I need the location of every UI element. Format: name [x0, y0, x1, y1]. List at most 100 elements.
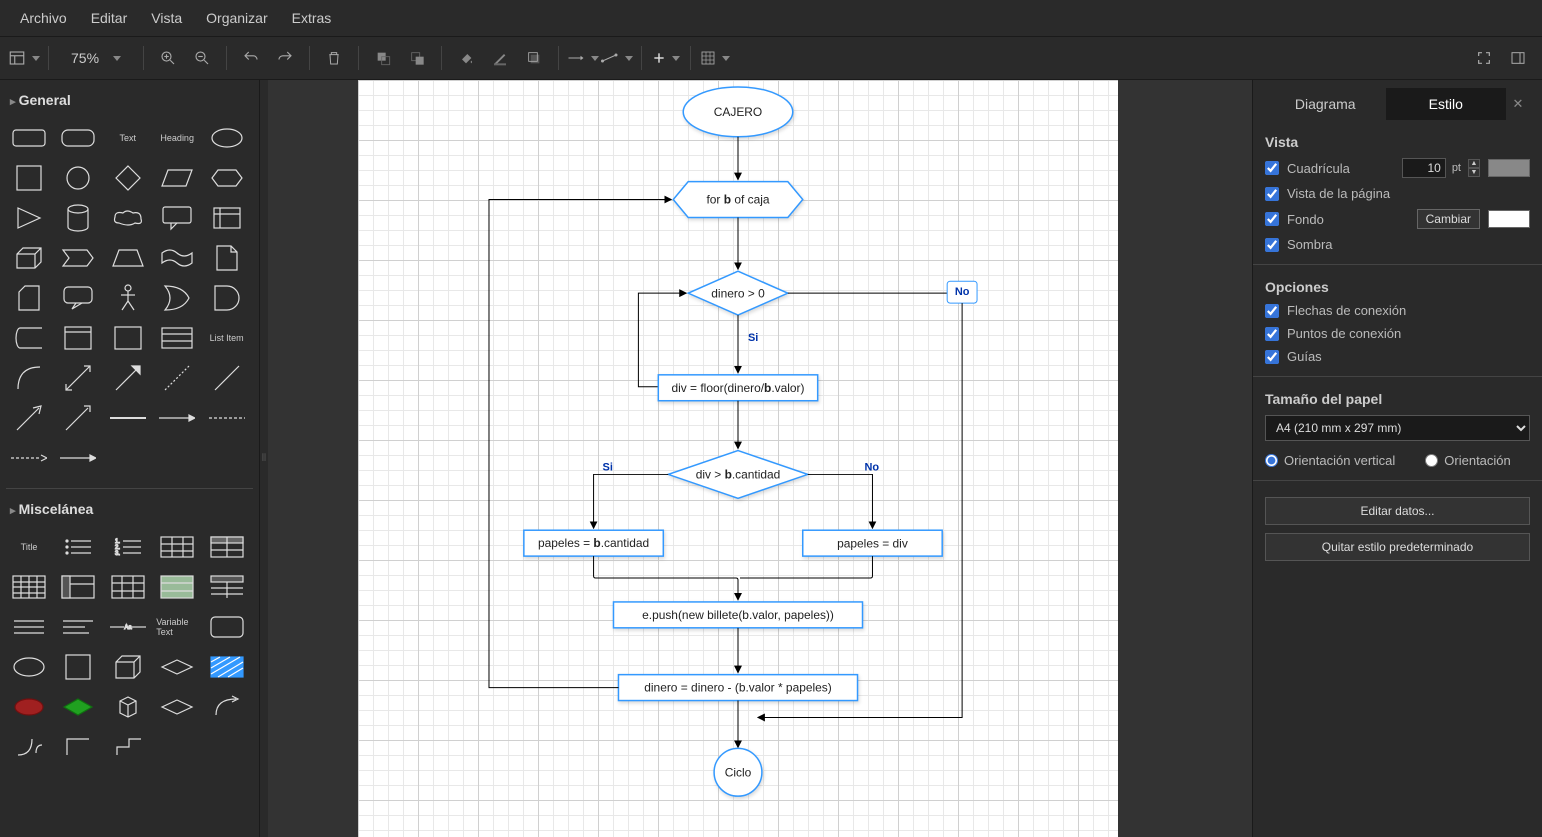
shape-heading[interactable]: Heading: [156, 120, 198, 156]
menu-view[interactable]: Vista: [139, 4, 194, 32]
shape-rect-rounded-2[interactable]: [57, 120, 99, 156]
shape-text[interactable]: Text: [107, 120, 149, 156]
insert-button[interactable]: [650, 42, 682, 74]
to-back-button[interactable]: [401, 42, 433, 74]
shape-actor[interactable]: [107, 280, 149, 316]
shape-hexagon[interactable]: [206, 160, 248, 196]
button-edit-data[interactable]: Editar datos...: [1265, 497, 1530, 525]
menu-edit[interactable]: Editar: [79, 4, 140, 32]
misc-elbow[interactable]: [57, 729, 99, 765]
shape-and[interactable]: [206, 280, 248, 316]
shape-line-arrow-open[interactable]: [8, 400, 50, 436]
button-change-bg[interactable]: Cambiar: [1417, 209, 1480, 229]
node-proc3[interactable]: papeles = div: [837, 536, 908, 550]
node-proc1[interactable]: div = floor(dinero/b.valor): [671, 381, 804, 395]
delete-button[interactable]: [318, 42, 350, 74]
shape-tape[interactable]: [156, 240, 198, 276]
shape-parallelogram[interactable]: [156, 160, 198, 196]
zoom-out-button[interactable]: [186, 42, 218, 74]
label-background[interactable]: Fondo: [1287, 212, 1409, 227]
node-proc2[interactable]: papeles = b.cantidad: [538, 536, 649, 550]
shape-cube[interactable]: [8, 240, 50, 276]
undo-button[interactable]: [235, 42, 267, 74]
node-end[interactable]: Ciclo: [725, 765, 752, 779]
node-start[interactable]: CAJERO: [714, 105, 762, 119]
checkbox-conn-points[interactable]: [1265, 327, 1279, 341]
tab-close-button[interactable]: ✕: [1506, 88, 1530, 120]
shape-dashed-line[interactable]: [156, 360, 198, 396]
misc-ellipse[interactable]: [8, 649, 50, 685]
misc-ellipse-red[interactable]: [8, 689, 50, 725]
checkbox-grid[interactable]: [1265, 161, 1279, 175]
shape-cloud[interactable]: [107, 200, 149, 236]
shape-square[interactable]: [8, 160, 50, 196]
node-proc5[interactable]: dinero = dinero - (b.valor * papeles): [644, 681, 831, 695]
shape-link-hline-5[interactable]: [57, 440, 99, 476]
radio-landscape[interactable]: [1425, 454, 1438, 467]
fill-color-button[interactable]: [450, 42, 482, 74]
misc-lines-1[interactable]: [8, 609, 50, 645]
misc-curve-2[interactable]: [8, 729, 50, 765]
left-splitter[interactable]: [260, 80, 268, 837]
misc-table-7[interactable]: [206, 569, 248, 605]
misc-variable-text[interactable]: Variable Text: [156, 609, 198, 645]
shape-callout[interactable]: [156, 200, 198, 236]
label-shadow[interactable]: Sombra: [1287, 237, 1530, 252]
label-page-view[interactable]: Vista de la página: [1287, 186, 1530, 201]
shape-list[interactable]: [156, 320, 198, 356]
shape-card[interactable]: [8, 280, 50, 316]
to-front-button[interactable]: [367, 42, 399, 74]
menu-extras[interactable]: Extras: [280, 4, 344, 32]
checkbox-guides[interactable]: [1265, 350, 1279, 364]
shape-note[interactable]: [206, 240, 248, 276]
shape-arrow[interactable]: [107, 360, 149, 396]
misc-square[interactable]: [57, 649, 99, 685]
shape-rect-3[interactable]: [107, 320, 149, 356]
misc-table-6[interactable]: [156, 569, 198, 605]
shape-cylinder[interactable]: [57, 200, 99, 236]
button-clear-style[interactable]: Quitar estilo predeterminado: [1265, 533, 1530, 561]
shape-trapezoid[interactable]: [107, 240, 149, 276]
misc-table-3[interactable]: [8, 569, 50, 605]
bg-color-swatch[interactable]: [1488, 210, 1530, 228]
misc-list-unord[interactable]: [57, 529, 99, 565]
label-guides[interactable]: Guías: [1287, 349, 1530, 364]
shape-triangle[interactable]: [8, 200, 50, 236]
menu-arrange[interactable]: Organizar: [194, 4, 279, 32]
fullscreen-button[interactable]: [1468, 42, 1500, 74]
view-mode-button[interactable]: [8, 42, 40, 74]
zoom-dropdown[interactable]: 75%: [57, 46, 135, 70]
misc-list-ord[interactable]: 1.2.3.: [107, 529, 149, 565]
misc-diamond-green[interactable]: [57, 689, 99, 725]
misc-rect-round[interactable]: [206, 609, 248, 645]
checkbox-background[interactable]: [1265, 212, 1279, 226]
shape-or[interactable]: [156, 280, 198, 316]
misc-diamond-2[interactable]: [156, 689, 198, 725]
redo-button[interactable]: [269, 42, 301, 74]
shape-link-hline[interactable]: [107, 400, 149, 436]
shape-list-item[interactable]: List Item: [206, 320, 248, 356]
grid-color-swatch[interactable]: [1488, 159, 1530, 177]
menu-file[interactable]: Archivo: [8, 4, 79, 32]
label-conn-arrows[interactable]: Flechas de conexión: [1287, 303, 1530, 318]
shape-diamond[interactable]: [107, 160, 149, 196]
label-conn-points[interactable]: Puntos de conexión: [1287, 326, 1530, 341]
shape-rect-2[interactable]: [57, 320, 99, 356]
misc-diamond-flat[interactable]: [156, 649, 198, 685]
misc-rect-hatched[interactable]: [206, 649, 248, 685]
node-cond2[interactable]: div > b.cantidad: [696, 468, 781, 482]
line-color-button[interactable]: [484, 42, 516, 74]
shape-step[interactable]: [57, 240, 99, 276]
shape-bidir-arrow[interactable]: [57, 360, 99, 396]
shape-callout-2[interactable]: [57, 280, 99, 316]
label-landscape[interactable]: Orientación: [1444, 453, 1510, 468]
connection-style-button[interactable]: [567, 42, 599, 74]
table-button[interactable]: [699, 42, 731, 74]
misc-table-4[interactable]: [57, 569, 99, 605]
node-loop[interactable]: for b of caja: [706, 193, 769, 207]
label-grid[interactable]: Cuadrícula: [1287, 161, 1394, 176]
node-proc4[interactable]: e.push(new billete(b.valor, papeles)): [642, 608, 834, 622]
misc-title[interactable]: Title: [8, 529, 50, 565]
misc-table-2[interactable]: [206, 529, 248, 565]
shape-circle[interactable]: [57, 160, 99, 196]
